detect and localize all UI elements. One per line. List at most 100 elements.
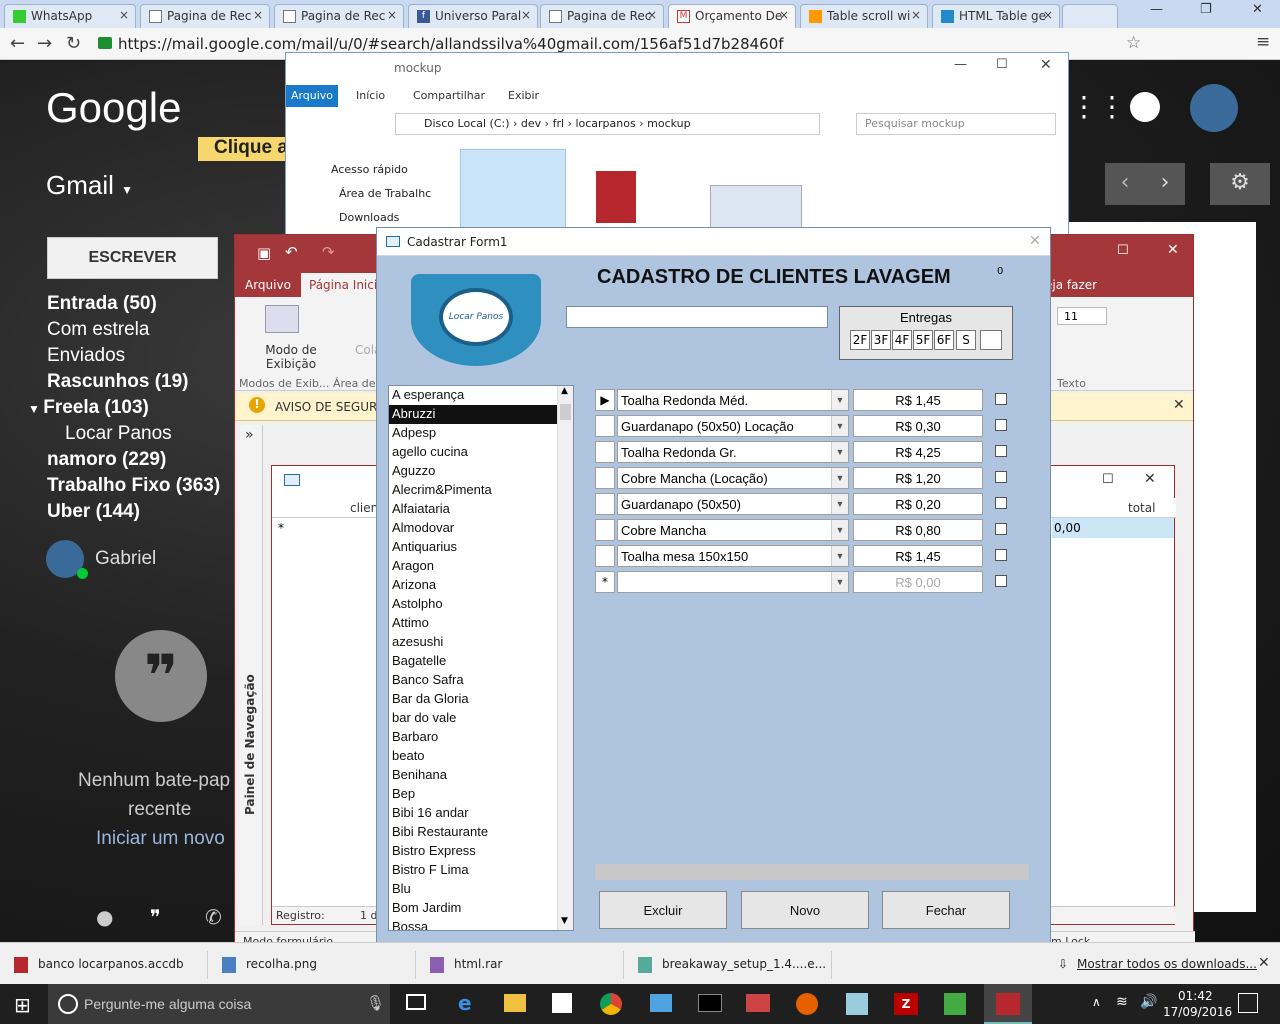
item-checkbox[interactable] [995, 549, 1007, 561]
download-item[interactable]: breakaway_setup_1.4....e... [632, 951, 832, 979]
explorer-search-input[interactable]: Pesquisar mockup [856, 113, 1056, 135]
client-list-item[interactable]: azesushi [389, 633, 573, 652]
nav-item-inbox[interactable]: Entrada (50) [47, 293, 157, 315]
item-checkbox[interactable] [995, 497, 1007, 509]
view-icon[interactable] [265, 305, 299, 333]
close-icon[interactable]: ✕ [1173, 397, 1185, 413]
price-field[interactable]: R$ 0,00 [853, 571, 983, 593]
google-logo[interactable]: Google [46, 84, 181, 132]
close-tab-icon[interactable]: × [119, 8, 129, 22]
new-button[interactable]: Novo [741, 891, 869, 929]
record-selector[interactable] [595, 441, 615, 463]
apps-grid-icon[interactable]: ⋮⋮ [1070, 90, 1126, 123]
item-checkbox[interactable] [995, 471, 1007, 483]
menu-icon[interactable]: ≡ [1256, 32, 1270, 52]
client-list-item[interactable]: beato [389, 747, 573, 766]
browser-tab[interactable]: WhatsApp × [4, 4, 136, 28]
close-tab-icon[interactable]: × [647, 8, 657, 22]
file-explorer-icon[interactable] [504, 994, 526, 1012]
close-tab-icon[interactable]: × [387, 8, 397, 22]
chevron-up-icon[interactable]: ∧ [1092, 995, 1101, 1009]
chevron-down-icon[interactable]: ▼ [831, 442, 848, 462]
entrega-5f[interactable]: 5F [913, 330, 933, 350]
navigation-pane[interactable]: » Painel de Navegação [239, 425, 263, 925]
download-item[interactable]: recolha.png [216, 951, 416, 979]
prev-page-icon[interactable]: ‹ [1105, 163, 1145, 205]
product-combo[interactable]: Cobre Mancha ▼ [617, 519, 849, 541]
close-tab-icon[interactable]: × [521, 8, 531, 22]
item-checkbox[interactable] [995, 523, 1007, 535]
close-icon[interactable]: ✕ [1029, 233, 1041, 249]
client-list-item[interactable]: Bar da Gloria [389, 690, 573, 709]
record-selector[interactable] [595, 467, 615, 489]
edge-icon[interactable]: e [458, 991, 472, 1015]
hangouts-user[interactable]: Gabriel [95, 548, 156, 570]
client-list-item[interactable]: Bibi 16 andar [389, 804, 573, 823]
client-list-item[interactable]: Abruzzi [389, 405, 573, 424]
chevron-down-icon[interactable]: ▼ [831, 546, 848, 566]
app-icon[interactable] [746, 994, 770, 1012]
tab-arquivo[interactable]: Arquivo [245, 278, 291, 292]
browser-tab[interactable]: Pagina de Rec × [140, 4, 270, 28]
browser-tab[interactable]: Pagina de Rec × [540, 4, 664, 28]
entrega-s[interactable]: S [956, 330, 976, 350]
close-tab-icon[interactable]: × [779, 8, 789, 22]
product-combo[interactable]: Guardanapo (50x50) ▼ [617, 493, 849, 515]
app-icon[interactable] [650, 994, 672, 1012]
nav-item-sent[interactable]: Enviados [47, 345, 125, 367]
show-all-downloads-link[interactable]: Mostrar todos os downloads... [1077, 957, 1257, 971]
client-list-item[interactable]: Arizona [389, 576, 573, 595]
client-listbox[interactable]: A esperança Abruzzi Adpesp agello cucina Agu… [388, 385, 574, 931]
client-list-item[interactable]: Astolpho [389, 595, 573, 614]
minimize-icon[interactable]: — [1150, 2, 1163, 17]
record-selector[interactable] [595, 545, 615, 567]
gear-icon[interactable]: ⚙ [1210, 163, 1270, 205]
entrega-4f[interactable]: 4F [892, 330, 912, 350]
chrome-icon[interactable] [600, 993, 622, 1015]
client-list-item[interactable]: Antiquarius [389, 538, 573, 557]
close-tab-icon[interactable]: × [1043, 8, 1053, 22]
client-list-item[interactable]: Almodovar [389, 519, 573, 538]
product-combo[interactable]: Toalha Redonda Gr. ▼ [617, 441, 849, 463]
client-list-item[interactable]: Adpesp [389, 424, 573, 443]
filezilla-icon[interactable]: Z [894, 993, 918, 1015]
entrega-2f[interactable]: 2F [850, 330, 870, 350]
new-tab-button[interactable] [1062, 4, 1118, 28]
close-icon[interactable]: ✕ [1144, 471, 1156, 487]
gmail-title[interactable]: Gmail ▼ [46, 170, 133, 201]
client-list-item[interactable]: Bep [389, 785, 573, 804]
price-field[interactable]: R$ 1,20 [853, 467, 983, 489]
item-checkbox[interactable] [995, 445, 1007, 457]
tell-me-input[interactable]: eja fazer [1045, 278, 1097, 292]
chevron-down-icon[interactable]: ▼ [831, 468, 848, 488]
browser-tab[interactable]: HTML Table ge × [932, 4, 1060, 28]
notification-banner[interactable]: Clique a [198, 137, 290, 161]
downloads-item[interactable]: Downloads [339, 211, 399, 224]
firefox-icon[interactable] [796, 993, 818, 1015]
price-field[interactable]: R$ 1,45 [853, 545, 983, 567]
download-item[interactable]: html.rar [424, 951, 624, 979]
price-field[interactable]: R$ 4,25 [853, 441, 983, 463]
item-checkbox[interactable] [995, 419, 1007, 431]
back-icon[interactable]: ← [10, 33, 25, 54]
entrega-3f[interactable]: 3F [871, 330, 891, 350]
tab-exibir[interactable]: Exibir [508, 89, 539, 102]
minimize-icon[interactable]: — [954, 57, 967, 72]
download-item[interactable]: banco locarpanos.accdb [8, 951, 208, 979]
next-page-icon[interactable]: › [1145, 163, 1185, 205]
clock-date[interactable]: 17/09/2016 [1163, 1005, 1232, 1019]
expand-nav-icon[interactable]: » [245, 427, 254, 443]
microphone-icon[interactable]: 🎙 [366, 994, 385, 1012]
item-checkbox[interactable] [995, 393, 1007, 405]
client-list-item[interactable]: agello cucina [389, 443, 573, 462]
record-selector[interactable] [595, 493, 615, 515]
close-icon[interactable]: ✕ [1167, 242, 1179, 258]
client-list-item[interactable]: Alfaiataria [389, 500, 573, 519]
chevron-down-icon[interactable]: ▼ [831, 494, 848, 514]
nav-item-freela[interactable]: ▼ Freela (103) [28, 397, 149, 419]
access-locked-file-icon[interactable] [596, 171, 636, 223]
star-icon[interactable]: ☆ [1126, 33, 1141, 53]
price-field[interactable]: R$ 1,45 [853, 389, 983, 411]
product-combo[interactable]: Toalha mesa 150x150 ▼ [617, 545, 849, 567]
record-selector[interactable]: * [595, 571, 615, 593]
